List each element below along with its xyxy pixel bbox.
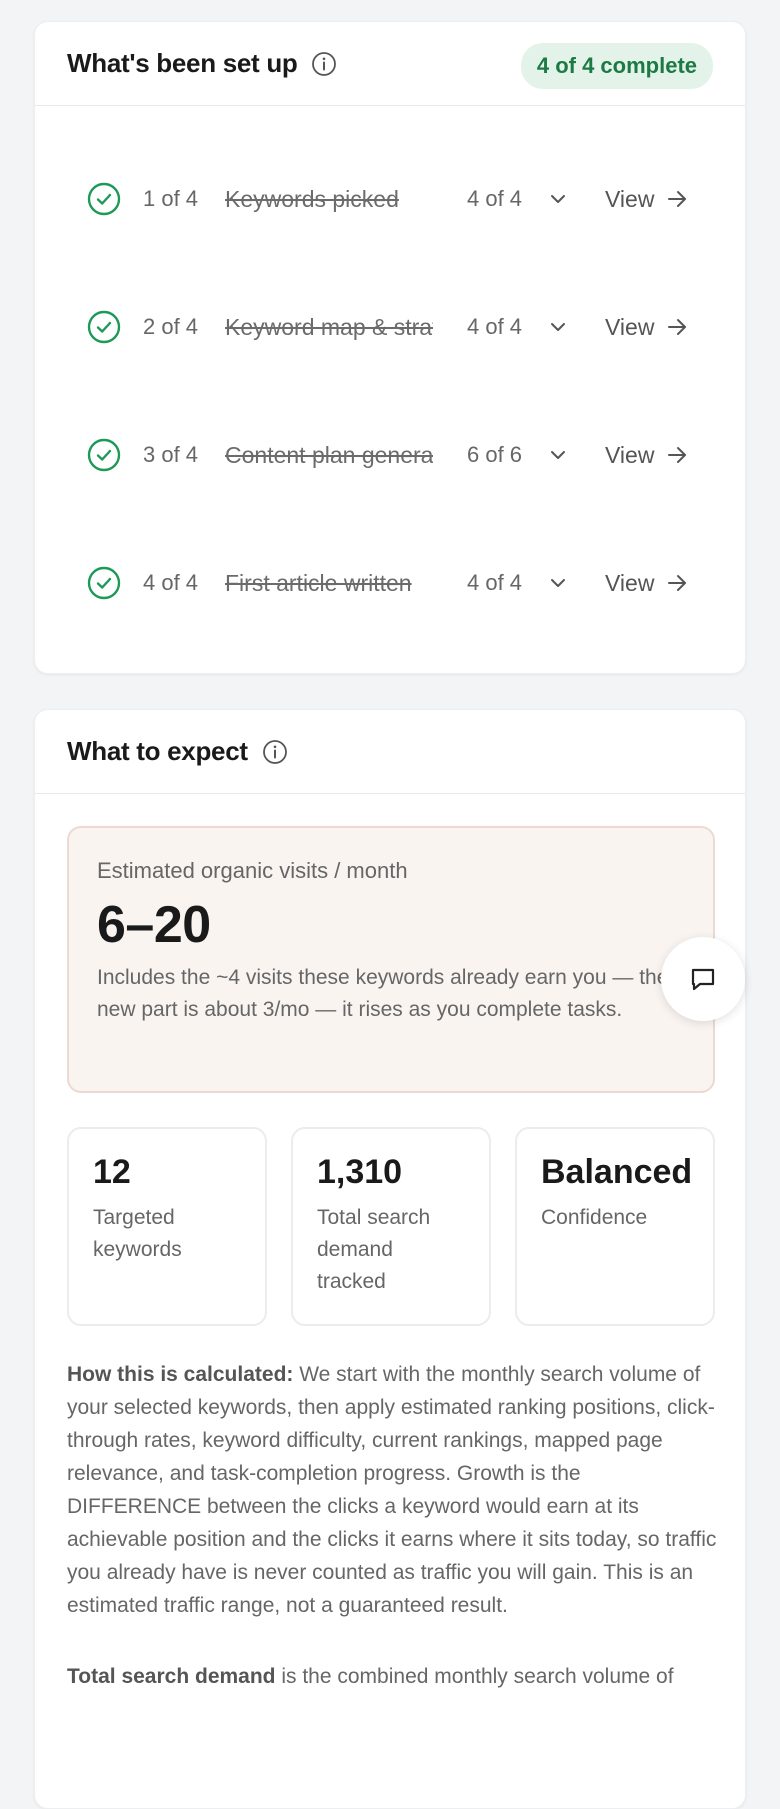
- check-circle-icon: [87, 566, 121, 600]
- step-name: First article written: [225, 569, 412, 596]
- estimate-label: Estimated organic visits / month: [97, 858, 408, 883]
- stat-confidence: Balanced Confidence: [515, 1127, 715, 1326]
- chevron-down-icon[interactable]: [547, 572, 569, 594]
- setup-step-3: 3 of 4 Content plan generated 6 of 6 Vie…: [87, 425, 693, 485]
- setup-step-4: 4 of 4 First article written 4 of 4 View: [87, 553, 693, 613]
- stat-targeted-keywords: 12 Targeted keywords: [67, 1127, 267, 1326]
- stat-label: Targeted keywords: [93, 1206, 182, 1261]
- check-circle-icon: [87, 182, 121, 216]
- step-count: 4 of 4: [467, 570, 523, 595]
- estimate-panel: Estimated organic visits / month 6–20 In…: [67, 826, 715, 1093]
- search-demand-text: is the combined monthly search volume of: [275, 1665, 674, 1688]
- check-circle-icon: [87, 438, 121, 472]
- arrow-right-icon: [668, 575, 687, 591]
- step-count: 6 of 6: [467, 442, 523, 467]
- info-icon[interactable]: [262, 739, 288, 765]
- step-name: Content plan generated: [225, 441, 433, 468]
- expect-title: What to expect: [67, 736, 248, 766]
- chevron-down-icon[interactable]: [547, 444, 569, 466]
- view-label: View: [605, 185, 655, 212]
- stat-value: Balanced: [541, 1153, 693, 1191]
- step-number: 2 of 4: [143, 314, 199, 339]
- arrow-right-icon: [668, 319, 687, 335]
- step-number: 1 of 4: [143, 186, 199, 211]
- estimate-note: Includes the ~4 visits these keywords al…: [97, 966, 669, 1021]
- calculation-explanation: How this is calculated: We start with th…: [67, 1358, 717, 1622]
- view-label: View: [605, 313, 655, 340]
- stat-label: Confidence: [541, 1206, 648, 1229]
- chat-icon: [691, 968, 715, 991]
- stat-label: Total search demand tracked: [317, 1206, 431, 1293]
- search-demand-explanation: Total search demand is the combined mont…: [67, 1660, 717, 1693]
- status-badge: 4 of 4 complete: [520, 43, 713, 89]
- chevron-down-icon[interactable]: [547, 316, 569, 338]
- step-name: Keyword map & strategy: [225, 313, 433, 340]
- step-number: 4 of 4: [143, 570, 199, 595]
- step-name: Keywords picked: [225, 185, 399, 212]
- estimate-value: 6–20: [97, 896, 211, 954]
- info-icon[interactable]: [311, 51, 337, 77]
- setup-title: What's been set up: [67, 48, 298, 78]
- calculation-text: We start with the monthly search volume …: [67, 1363, 717, 1617]
- chevron-down-icon[interactable]: [547, 188, 569, 210]
- check-circle-icon: [87, 310, 121, 344]
- stat-value: 1,310: [317, 1153, 403, 1191]
- setup-step-1: 1 of 4 Keywords picked 4 of 4 View: [87, 169, 693, 229]
- expect-card-header: What to expect: [35, 710, 745, 794]
- setup-card-header: What's been set up 4 of 4 complete: [35, 22, 745, 106]
- view-button[interactable]: View: [605, 570, 688, 597]
- setup-step-2: 2 of 4 Keyword map & strategy 4 of 4 Vie…: [87, 297, 693, 357]
- calculation-label: How this is calculated:: [67, 1363, 294, 1386]
- view-label: View: [605, 441, 655, 468]
- search-demand-label: Total search demand: [67, 1665, 276, 1688]
- expect-card: What to expect Estimated organic visits …: [34, 709, 746, 1809]
- view-label: View: [605, 569, 655, 596]
- view-button[interactable]: View: [605, 314, 688, 341]
- stat-search-demand: 1,310 Total search demand tracked: [291, 1127, 491, 1326]
- step-count: 4 of 4: [467, 314, 523, 339]
- step-count: 4 of 4: [467, 186, 523, 211]
- stat-value: 12: [93, 1153, 131, 1191]
- chat-button[interactable]: [661, 937, 745, 1021]
- arrow-right-icon: [668, 447, 687, 463]
- view-button[interactable]: View: [605, 186, 688, 213]
- view-button[interactable]: View: [605, 442, 688, 469]
- arrow-right-icon: [668, 191, 687, 207]
- setup-card: What's been set up 4 of 4 complete 1 of …: [34, 21, 746, 674]
- step-number: 3 of 4: [143, 442, 199, 467]
